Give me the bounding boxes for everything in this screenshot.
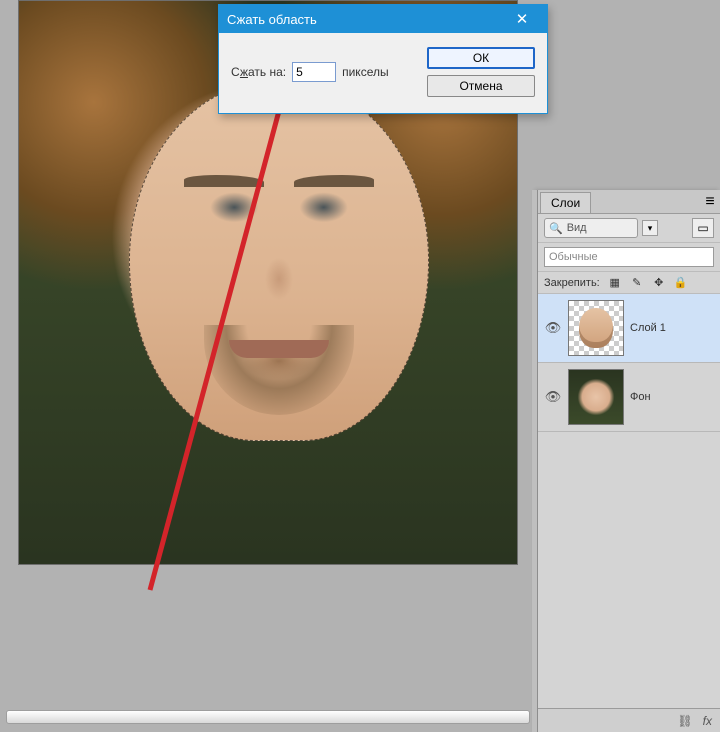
layer-name[interactable]: Фон [630,391,651,403]
layer-thumbnail[interactable] [568,369,624,425]
dialog-title: Сжать область [227,12,317,27]
unit-label: пикселы [342,65,389,79]
search-icon: 🔍 [549,222,563,235]
layer-row[interactable]: 👁 Фон [538,363,720,432]
layer-thumbnail[interactable] [568,300,624,356]
visibility-icon[interactable]: 👁 [544,389,562,405]
lock-move-icon[interactable]: ✥ [652,276,666,289]
layer-row[interactable]: 👁 Слой 1 [538,294,720,363]
tab-layers[interactable]: Слои [540,192,591,213]
cancel-button[interactable]: Отмена [427,75,535,97]
ok-button[interactable]: ОК [427,47,535,69]
visibility-icon[interactable]: 👁 [544,320,562,336]
layer-name[interactable]: Слой 1 [630,322,666,334]
panel-drag-handle[interactable] [532,190,538,732]
filter-toggle-icon[interactable]: ▭ [692,218,714,238]
layers-list: 👁 Слой 1 👁 Фон [538,294,720,432]
link-layers-icon[interactable]: ⛓ [677,714,692,728]
blend-mode-select[interactable] [544,247,714,267]
layers-panel-footer: ⛓ fx [538,708,720,732]
lock-pixels-icon[interactable]: ▦ [608,276,622,289]
layers-panel: Слои ≡ 🔍 Вид ▾ ▭ Закрепить: ▦ ✎ ✥ 🔒 👁 Сл… [537,190,720,732]
contract-selection-dialog: Сжать область ✕ Сжать на: пикселы ОК Отм… [218,4,548,114]
fx-icon[interactable]: fx [703,714,712,728]
selection-marquee [129,81,429,441]
lock-brush-icon[interactable]: ✎ [630,276,644,289]
chevron-down-icon[interactable]: ▾ [642,220,658,236]
contract-by-input[interactable] [292,62,336,82]
panel-menu-icon[interactable]: ≡ [700,190,720,213]
status-bar [6,710,530,724]
lock-label: Закрепить: [544,277,600,289]
lock-all-icon[interactable]: 🔒 [674,276,688,289]
layer-filter-type[interactable]: 🔍 Вид [544,218,638,238]
close-icon[interactable]: ✕ [505,5,539,33]
contract-by-label: Сжать на: [231,65,286,79]
dialog-titlebar[interactable]: Сжать область ✕ [219,5,547,33]
